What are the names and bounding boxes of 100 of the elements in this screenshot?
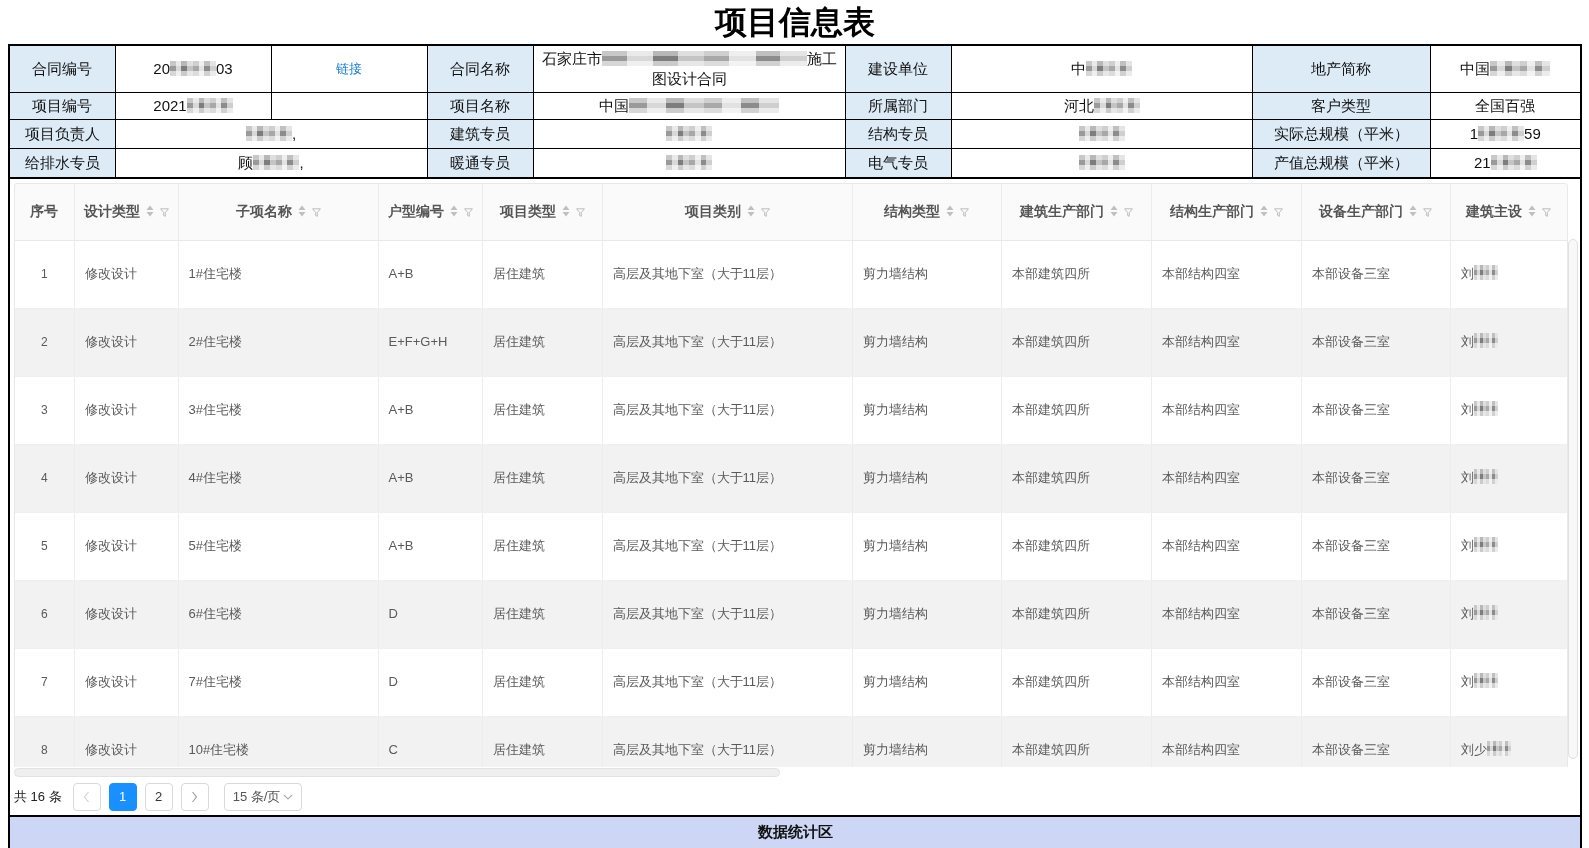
- field-value: 中国: [1460, 59, 1491, 77]
- field-label: 客户类型: [1252, 92, 1430, 119]
- filter-icon[interactable]: [1123, 207, 1133, 217]
- table-cell: A+B: [378, 240, 482, 308]
- field-label: 项目负责人: [10, 119, 115, 148]
- header-cell[interactable]: 设备生产部门: [1301, 184, 1450, 240]
- person-name: 刘: [1460, 606, 1474, 622]
- table-cell: 修改设计: [74, 716, 178, 767]
- table-cell: 本部建筑四所: [1001, 512, 1151, 580]
- filter-icon[interactable]: [1542, 207, 1551, 217]
- field-value: 59: [1524, 124, 1541, 142]
- filter-icon[interactable]: [1273, 207, 1283, 217]
- table-cell: 本部结构四室: [1151, 716, 1301, 767]
- next-page-button[interactable]: [180, 783, 209, 811]
- horizontal-scrollbar[interactable]: [14, 768, 781, 777]
- sort-icon[interactable]: [946, 204, 954, 217]
- table-cell: 4: [15, 444, 74, 512]
- header-cell[interactable]: 建筑主设: [1450, 184, 1567, 240]
- table-cell: 10#住宅楼: [178, 716, 378, 767]
- table-cell: 高层及其地下室（大于11层）: [602, 240, 852, 308]
- header-cell[interactable]: 户型编号: [378, 184, 482, 240]
- page-button[interactable]: 2: [144, 783, 173, 811]
- field-value: 中国: [599, 96, 629, 114]
- field-value: 顾: [238, 153, 254, 171]
- person-name: 刘: [1460, 402, 1474, 418]
- person-name: 刘: [1460, 674, 1474, 690]
- person-name: 刘少: [1460, 742, 1487, 758]
- table-cell: 居住建筑: [482, 580, 602, 648]
- sort-icon[interactable]: [746, 204, 755, 217]
- column-title: 建筑生产部门: [1019, 203, 1104, 219]
- table-cell: 剪力墙结构: [852, 308, 1001, 376]
- table-cell: 4#住宅楼: [178, 444, 378, 512]
- field-label: 所属部门: [845, 92, 951, 119]
- person-name: 刘: [1460, 266, 1474, 282]
- field-label: 结构专员: [845, 119, 951, 148]
- table-cell: 本部设备三室: [1301, 580, 1450, 648]
- filter-icon[interactable]: [1423, 207, 1432, 217]
- table-cell: 居住建筑: [482, 444, 602, 512]
- header-cell[interactable]: 设计类型: [74, 184, 178, 240]
- field-value: 2021: [153, 96, 187, 114]
- page-size-select[interactable]: 15 条/页: [223, 783, 302, 811]
- table-cell: 修改设计: [74, 376, 178, 444]
- table-cell: 6: [15, 580, 74, 648]
- table-cell: 本部结构四室: [1151, 376, 1301, 444]
- table-cell: 修改设计: [74, 648, 178, 716]
- table-cell: 居住建筑: [482, 308, 602, 376]
- sort-icon[interactable]: [1528, 204, 1536, 217]
- vertical-scrollbar[interactable]: [1568, 239, 1578, 759]
- table-cell: 居住建筑: [482, 512, 602, 580]
- sort-icon[interactable]: [297, 204, 306, 217]
- header-cell[interactable]: 结构类型: [852, 184, 1001, 240]
- header-cell[interactable]: 建筑生产部门: [1001, 184, 1151, 240]
- column-title: 户型编号: [387, 203, 444, 219]
- table-cell: 高层及其地下室（大于11层）: [602, 648, 852, 716]
- table-cell: 1: [15, 240, 74, 308]
- table-cell: A+B: [378, 376, 482, 444]
- header-cell[interactable]: 项目类别: [602, 184, 852, 240]
- sort-icon[interactable]: [1409, 204, 1417, 217]
- sort-icon[interactable]: [145, 204, 154, 217]
- filter-icon[interactable]: [760, 207, 770, 217]
- table-cell: 本部设备三室: [1301, 648, 1450, 716]
- header-cell[interactable]: 项目类型: [482, 184, 602, 240]
- table-cell: 本部建筑四所: [1001, 308, 1151, 376]
- table-cell: 居住建筑: [482, 648, 602, 716]
- column-title: 子项名称: [235, 203, 292, 219]
- filter-icon[interactable]: [463, 207, 473, 217]
- table-cell: 6#住宅楼: [178, 580, 378, 648]
- filter-icon[interactable]: [960, 207, 969, 217]
- column-title: 设备生产部门: [1319, 203, 1403, 219]
- sort-icon[interactable]: [1109, 204, 1118, 217]
- table-cell: 修改设计: [74, 580, 178, 648]
- header-cell[interactable]: 结构生产部门: [1151, 184, 1301, 240]
- field-label: 合同编号: [10, 46, 115, 92]
- field-label: 实际总规模（平米）: [1252, 119, 1430, 148]
- table-cell: 本部结构四室: [1151, 648, 1301, 716]
- field-value: 20: [153, 59, 170, 77]
- filter-icon[interactable]: [575, 207, 585, 217]
- column-title: 结构类型: [884, 203, 940, 219]
- contract-link[interactable]: 链接: [336, 61, 362, 77]
- table-cell: 高层及其地下室（大于11层）: [602, 716, 852, 767]
- table-cell: 5#住宅楼: [178, 512, 378, 580]
- table-cell: 居住建筑: [482, 240, 602, 308]
- sort-icon[interactable]: [561, 204, 570, 217]
- filter-icon[interactable]: [311, 207, 321, 217]
- table-cell: 本部设备三室: [1301, 376, 1450, 444]
- sort-icon[interactable]: [449, 204, 458, 217]
- column-title: 结构生产部门: [1169, 203, 1254, 219]
- header-cell[interactable]: 子项名称: [178, 184, 378, 240]
- table-cell: 高层及其地下室（大于11层）: [602, 512, 852, 580]
- table-cell: 高层及其地下室（大于11层）: [602, 308, 852, 376]
- table-cell: 2: [15, 308, 74, 376]
- table-cell: 剪力墙结构: [852, 444, 1001, 512]
- table-cell: 剪力墙结构: [852, 512, 1001, 580]
- filter-icon[interactable]: [159, 207, 169, 217]
- table-cell: E+F+G+H: [378, 308, 482, 376]
- field-value: ,: [299, 153, 304, 171]
- sort-icon[interactable]: [1259, 204, 1268, 217]
- table-cell: 居住建筑: [482, 716, 602, 767]
- field-label: 产值总规模（平米）: [1252, 148, 1430, 177]
- person-name: 刘: [1460, 334, 1474, 350]
